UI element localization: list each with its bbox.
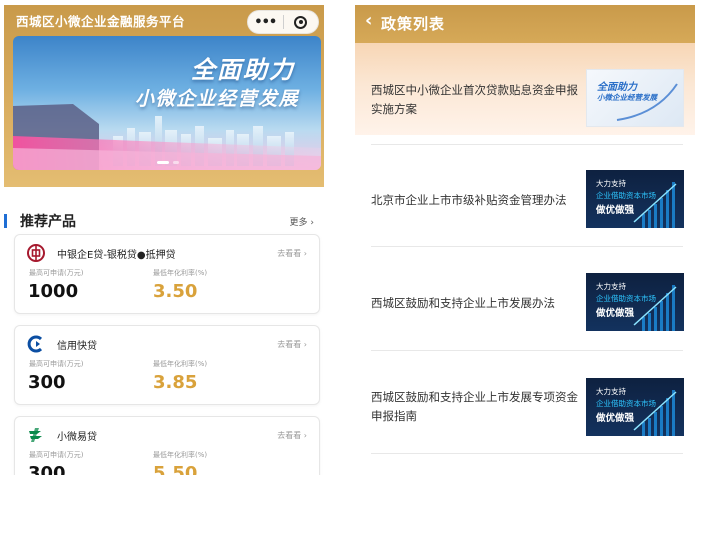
banner-headline: 全面助力 bbox=[191, 56, 295, 84]
policy-list-item[interactable]: 西城区鼓励和支持企业上市发展专项资金申报指南 大力支持 企业借助资本市场 做优做… bbox=[355, 360, 695, 452]
list-divider bbox=[371, 144, 683, 145]
product-card[interactable]: 中银企E贷-银税贷●抵押贷 去看看 › 最高可申请(万元) 最低年化利率(%) … bbox=[14, 234, 320, 314]
product-card[interactable]: 小微易贷 去看看 › 最高可申请(万元) 最低年化利率(%) 300 5.50 bbox=[14, 416, 320, 475]
policy-title: 西城区中小微企业首次贷款贴息资金申报实施方案 bbox=[371, 83, 578, 116]
policy-thumbnail: 大力支持 企业借助资本市场 做优做强 bbox=[586, 378, 684, 436]
policy-list-header: ‹ 政策列表 bbox=[355, 5, 695, 43]
rising-bars-graphic bbox=[633, 182, 677, 228]
max-amount-value: 1000 bbox=[28, 281, 79, 302]
min-rate-value: 5.50 bbox=[153, 463, 198, 475]
section-accent-bar bbox=[4, 214, 7, 228]
app-title: 西城区小微企业金融服务平台 bbox=[16, 14, 186, 29]
section-title: 推荐产品 bbox=[20, 214, 76, 230]
more-menu-button[interactable]: ••• bbox=[248, 11, 283, 33]
home-header: 西城区小微企业金融服务平台 ••• 全面助力 小微企业经营发展 bbox=[4, 5, 324, 187]
rising-bars-graphic bbox=[633, 285, 677, 331]
list-divider bbox=[371, 350, 683, 351]
promo-banner[interactable]: 全面助力 小微企业经营发展 bbox=[13, 36, 321, 170]
max-amount-label: 最高可申请(万元) bbox=[29, 360, 84, 368]
policy-thumbnail: 全面助力 小微企业经营发展 bbox=[586, 69, 684, 127]
view-product-link[interactable]: 去看看 › bbox=[277, 430, 307, 441]
policy-title: 西城区鼓励和支持企业上市发展专项资金申报指南 bbox=[371, 390, 578, 423]
miniprogram-capsule: ••• bbox=[247, 10, 319, 34]
min-rate-label: 最低年化利率(%) bbox=[153, 269, 208, 277]
product-name: 中银企E贷-银税贷●抵押贷 bbox=[57, 250, 176, 261]
swoosh-graphic bbox=[616, 83, 678, 121]
pager-dot[interactable] bbox=[173, 161, 179, 164]
policy-list-item[interactable]: 北京市企业上市市级补贴资金管理办法 大力支持 企业借助资本市场 做优做强 bbox=[355, 154, 695, 246]
more-link[interactable]: 更多 › bbox=[290, 215, 314, 228]
recommend-section-header: 推荐产品 更多 › bbox=[4, 211, 324, 233]
policy-title: 西城区鼓励和支持企业上市发展办法 bbox=[371, 296, 555, 310]
policy-list-item[interactable]: 西城区鼓励和支持企业上市发展办法 大力支持 企业借助资本市场 做优做强 bbox=[355, 256, 695, 348]
min-rate-value: 3.50 bbox=[153, 281, 198, 302]
rising-bars-graphic bbox=[633, 390, 677, 436]
product-card[interactable]: 信用快贷 去看看 › 最高可申请(万元) 最低年化利率(%) 300 3.85 bbox=[14, 325, 320, 405]
min-rate-label: 最低年化利率(%) bbox=[153, 451, 208, 459]
min-rate-value: 3.85 bbox=[153, 372, 198, 393]
list-divider bbox=[371, 453, 683, 454]
postal-bank-icon bbox=[29, 428, 42, 442]
product-name: 信用快贷 bbox=[57, 341, 97, 352]
bank-of-china-icon bbox=[27, 244, 45, 262]
view-product-link[interactable]: 去看看 › bbox=[277, 248, 307, 259]
max-amount-value: 300 bbox=[28, 463, 66, 475]
page-title: 政策列表 bbox=[381, 15, 446, 33]
max-amount-label: 最高可申请(万元) bbox=[29, 451, 84, 459]
home-screen: 西城区小微企业金融服务平台 ••• 全面助力 小微企业经营发展 推荐产品 更多 … bbox=[4, 5, 324, 475]
max-amount-label: 最高可申请(万元) bbox=[29, 269, 84, 277]
close-miniprogram-button[interactable] bbox=[284, 11, 319, 33]
back-chevron-icon[interactable]: ‹ bbox=[365, 12, 372, 30]
banner-pager bbox=[157, 161, 179, 164]
target-icon bbox=[294, 15, 308, 29]
banner-subheadline: 小微企业经营发展 bbox=[134, 88, 299, 110]
policy-thumbnail: 大力支持 企业借助资本市场 做优做强 bbox=[586, 170, 684, 228]
max-amount-value: 300 bbox=[28, 372, 66, 393]
view-product-link[interactable]: 去看看 › bbox=[277, 339, 307, 350]
pager-dot-active[interactable] bbox=[157, 161, 169, 164]
policy-thumbnail: 大力支持 企业借助资本市场 做优做强 bbox=[586, 273, 684, 331]
list-divider bbox=[371, 246, 683, 247]
policy-list-screen: ‹ 政策列表 西城区中小微企业首次贷款贴息资金申报实施方案 全面助力 小微企业经… bbox=[355, 5, 695, 475]
product-name: 小微易贷 bbox=[57, 432, 97, 443]
policy-list-item[interactable]: 西城区中小微企业首次贷款贴息资金申报实施方案 全面助力 小微企业经营发展 bbox=[355, 43, 695, 135]
more-dots-icon: ••• bbox=[254, 14, 277, 30]
min-rate-label: 最低年化利率(%) bbox=[153, 360, 208, 368]
policy-title: 北京市企业上市市级补贴资金管理办法 bbox=[371, 193, 567, 207]
construction-bank-icon bbox=[27, 335, 43, 353]
